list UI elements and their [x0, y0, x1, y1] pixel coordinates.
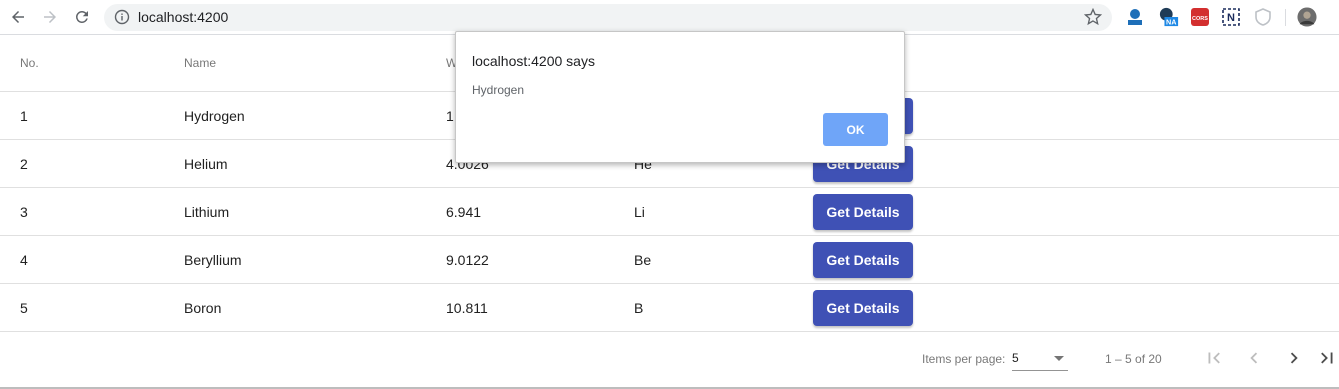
forward-icon[interactable] — [38, 5, 62, 29]
cell-no: 4 — [20, 251, 28, 268]
address-bar[interactable]: localhost:4200 — [104, 4, 1112, 31]
cors-extension-label: CORS — [1192, 16, 1208, 22]
first-page-icon[interactable] — [1202, 346, 1226, 370]
table-row: 3 Lithium 6.941 Li Get Details — [0, 188, 1339, 236]
cell-no: 1 — [20, 107, 28, 124]
dialog-title: localhost:4200 says — [472, 53, 595, 69]
get-details-button[interactable]: Get Details — [813, 289, 913, 326]
row-actions: Get Details — [813, 284, 913, 331]
extension-1-icon[interactable] — [1125, 7, 1145, 27]
cell-weight: 10.811 — [446, 299, 488, 316]
toolbar-separator — [1285, 9, 1286, 26]
notion-extension-label: N — [1227, 12, 1235, 24]
page-range-label: 1 – 5 of 20 — [1105, 352, 1162, 366]
row-actions: Get Details — [813, 236, 913, 283]
notion-extension-icon[interactable]: N — [1221, 7, 1241, 27]
cell-weight: 9.0122 — [446, 251, 489, 268]
back-icon[interactable] — [6, 5, 30, 29]
row-actions: Get Details — [813, 188, 913, 235]
header-no: No. — [20, 56, 39, 70]
dropdown-arrow-icon — [1054, 356, 1064, 361]
bookmark-star-icon[interactable] — [1083, 7, 1103, 26]
extension-na-badge: NA — [1166, 17, 1177, 26]
extension-na-icon[interactable]: NA — [1159, 7, 1179, 27]
items-per-page-label: Items per page: — [922, 352, 1006, 366]
cell-no: 2 — [20, 155, 28, 172]
cell-symbol: B — [634, 299, 644, 316]
cell-name: Boron — [184, 299, 222, 316]
last-page-icon[interactable] — [1315, 346, 1339, 370]
get-details-button[interactable]: Get Details — [813, 193, 913, 230]
previous-page-icon[interactable] — [1242, 346, 1266, 370]
cell-name: Hydrogen — [184, 107, 245, 124]
page-size-value: 5 — [1012, 351, 1019, 365]
cell-no: 3 — [20, 203, 28, 220]
cell-weight: 6.941 — [446, 203, 482, 220]
cell-name: Lithium — [184, 203, 230, 220]
table-row: 5 Boron 10.811 B Get Details — [0, 284, 1339, 332]
shield-extension-icon[interactable] — [1253, 7, 1273, 27]
reload-icon[interactable] — [70, 5, 94, 29]
browser-toolbar: localhost:4200 NA CORS N — [0, 0, 1339, 35]
ok-button[interactable]: OK — [823, 113, 888, 146]
table-row: 4 Beryllium 9.0122 Be Get Details — [0, 236, 1339, 284]
dialog-message: Hydrogen — [472, 83, 525, 97]
info-icon[interactable] — [114, 9, 130, 25]
url-text: localhost:4200 — [138, 9, 229, 25]
profile-avatar[interactable] — [1297, 7, 1317, 27]
next-page-icon[interactable] — [1282, 346, 1306, 370]
cors-extension-icon[interactable]: CORS — [1190, 7, 1210, 27]
header-name: Name — [184, 56, 217, 70]
cell-name: Helium — [184, 155, 228, 172]
cell-symbol: Be — [634, 251, 652, 268]
page-size-select[interactable]: 5 — [1012, 346, 1068, 371]
cell-weight: 1 — [446, 107, 454, 124]
paginator: Items per page: 5 1 – 5 of 20 — [0, 332, 1339, 388]
get-details-button[interactable]: Get Details — [813, 241, 913, 278]
cell-symbol: Li — [634, 203, 645, 220]
cell-no: 5 — [20, 299, 28, 316]
cell-name: Beryllium — [184, 251, 242, 268]
alert-dialog: localhost:4200 says Hydrogen OK — [455, 31, 905, 163]
